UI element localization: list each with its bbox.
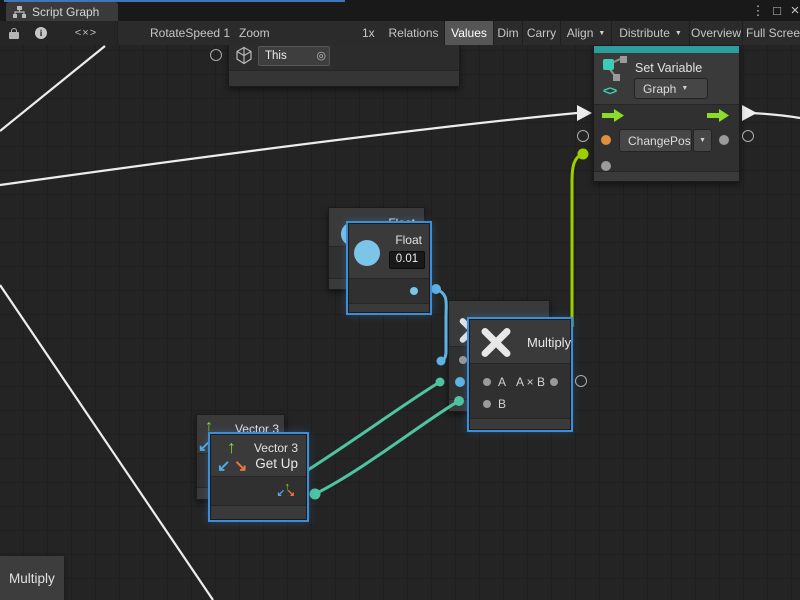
flow-arrow-in xyxy=(577,105,592,121)
down-right-arrow-icon: ↘ xyxy=(234,459,247,475)
values-button[interactable]: Values xyxy=(445,21,494,45)
zoom-value: 1x xyxy=(362,26,375,40)
this-field-value: This xyxy=(265,50,287,62)
relations-label: Relations xyxy=(388,26,438,40)
gameobject-cube-icon xyxy=(235,46,253,65)
up-arrow-icon: ↑ xyxy=(205,419,213,435)
edit-script-button[interactable]: <×> xyxy=(55,21,118,45)
chevron-down-icon: ▼ xyxy=(675,30,682,37)
distribute-button[interactable]: Distribute ▼ xyxy=(612,21,690,45)
node-title: Set Variable xyxy=(635,61,702,75)
inspect-button[interactable]: i xyxy=(27,21,56,45)
graph-canvas[interactable]: Float ↑ ↙ Vector 3 xyxy=(0,45,800,600)
lock-icon xyxy=(9,28,19,38)
code-icon: <×> xyxy=(75,27,97,39)
lock-button[interactable] xyxy=(0,21,28,45)
unconnected-port-indicator[interactable] xyxy=(575,375,587,387)
tab-title: Script Graph xyxy=(32,5,99,19)
value-output-port[interactable] xyxy=(719,135,729,145)
variable-name-dropdown[interactable]: ChangePos xyxy=(619,129,692,152)
variable-header-bar xyxy=(594,46,739,53)
flow-input-arrow[interactable] xyxy=(602,108,625,123)
angle-brackets-icon: <> xyxy=(603,83,616,98)
breadcrumb[interactable]: RotateSpeed 1 xyxy=(150,26,230,40)
fullscreen-button[interactable]: Full Screen xyxy=(743,21,800,45)
close-icon[interactable]: × xyxy=(786,0,800,21)
this-node[interactable]: This ◎ xyxy=(228,45,460,87)
scope-value: Graph xyxy=(643,82,676,96)
variable-scope-dropdown[interactable]: Graph ▼ xyxy=(634,78,708,99)
menu-icon[interactable]: ⋮ xyxy=(749,0,767,21)
port-a-connected[interactable] xyxy=(455,377,465,387)
down-left-arrow-icon: ↙ xyxy=(198,439,211,454)
object-picker-icon[interactable]: ◎ xyxy=(316,47,326,65)
chevron-down-icon: ▼ xyxy=(598,30,605,37)
input-port-b[interactable] xyxy=(483,400,491,408)
set-variable-node[interactable]: <> Set Variable Graph ▼ ChangePos xyxy=(593,45,740,182)
this-field[interactable]: This ◎ xyxy=(258,46,330,66)
float-icon xyxy=(354,240,380,266)
chevron-down-icon: ▼ xyxy=(699,137,706,144)
graph-icon xyxy=(13,6,26,18)
align-label: Align xyxy=(567,26,594,40)
node-title: Float xyxy=(395,233,422,247)
vector3-get-up-node[interactable]: ↑ ↙ ↘ Vector 3 Get Up ↑ ↙ ↘ xyxy=(210,434,307,520)
info-icon: i xyxy=(35,27,47,39)
carry-button[interactable]: Carry xyxy=(523,21,561,45)
port-label-b: B xyxy=(498,397,506,411)
value-input-port[interactable] xyxy=(601,135,611,145)
vector3-output-icon: ↘ xyxy=(287,489,295,499)
chevron-down-icon: ▼ xyxy=(681,85,688,92)
maximize-icon[interactable]: □ xyxy=(768,0,786,21)
up-arrow-icon: ↑ xyxy=(227,438,236,456)
output-port[interactable] xyxy=(550,378,558,386)
overview-label: Overview xyxy=(691,26,741,40)
fallback-input-port[interactable] xyxy=(601,161,611,171)
relations-button[interactable]: Relations xyxy=(383,21,445,45)
float-node[interactable]: Float 0.01 xyxy=(348,223,430,313)
multiply-node[interactable]: Multiply A A × B B xyxy=(469,319,571,430)
node-subtitle: Vector 3 xyxy=(254,441,298,455)
input-port-a[interactable] xyxy=(483,378,491,386)
node-tooltip: Multiply xyxy=(0,556,64,600)
values-label: Values xyxy=(451,26,487,40)
zoom-label: Zoom xyxy=(239,26,270,40)
flow-output-arrow[interactable] xyxy=(707,108,730,123)
variable-name: ChangePos xyxy=(628,134,691,148)
float-value-field[interactable]: 0.01 xyxy=(389,251,425,269)
this-output-port[interactable] xyxy=(210,49,222,61)
distribute-label: Distribute xyxy=(619,26,670,40)
tab-bar: Script Graph ⋮ □ × xyxy=(0,0,800,21)
float-output-port[interactable] xyxy=(410,287,418,295)
port-label-a: A xyxy=(498,375,506,389)
node-title: Multiply xyxy=(527,335,571,350)
down-left-arrow-icon: ↙ xyxy=(217,459,230,475)
fullscreen-label: Full Screen xyxy=(746,26,800,40)
flow-arrow-out xyxy=(742,105,757,121)
set-variable-icon xyxy=(601,55,631,81)
variable-name-caret[interactable]: ▼ xyxy=(693,129,712,152)
graph-toolbar: i <×> RotateSpeed 1 Zoom 1x Relations Va… xyxy=(0,21,800,46)
port-a[interactable] xyxy=(459,356,467,364)
overview-button[interactable]: Overview xyxy=(690,21,743,45)
dim-button[interactable]: Dim xyxy=(494,21,523,45)
script-graph-window: Script Graph ⋮ □ × i <×> RotateSpeed 1 Z… xyxy=(0,0,800,600)
tab-script-graph[interactable]: Script Graph xyxy=(6,2,118,21)
tooltip-label: Multiply xyxy=(9,571,55,586)
port-label-out: A × B xyxy=(516,375,545,389)
dim-label: Dim xyxy=(497,26,518,40)
vector3-output-icon: ↙ xyxy=(277,489,285,499)
align-button[interactable]: Align ▼ xyxy=(561,21,612,45)
carry-label: Carry xyxy=(527,26,556,40)
unconnected-port-indicator[interactable] xyxy=(742,130,754,142)
multiply-icon xyxy=(479,325,513,359)
unconnected-port-indicator[interactable] xyxy=(577,130,589,142)
node-title: Get Up xyxy=(255,456,298,471)
